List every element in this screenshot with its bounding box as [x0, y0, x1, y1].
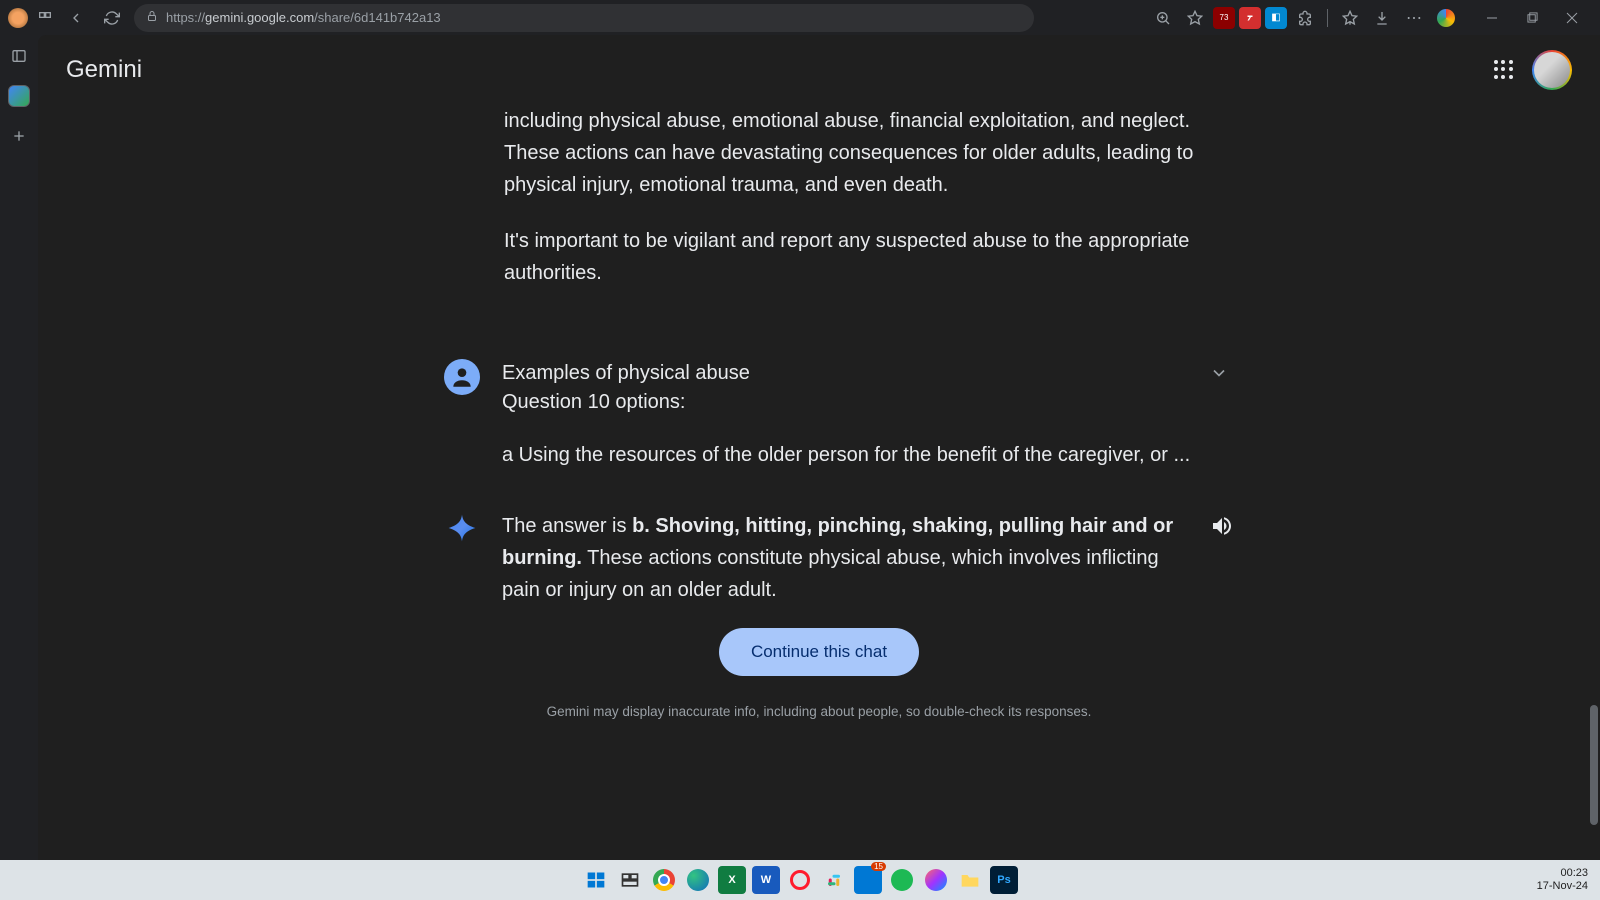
extension-ublock-icon[interactable]: 73	[1213, 7, 1235, 29]
pinned-tab-icon[interactable]	[8, 85, 30, 107]
taskbar-opera-icon[interactable]	[786, 866, 814, 894]
more-icon[interactable]: ⋯	[1400, 4, 1428, 32]
taskbar-edge-icon[interactable]	[684, 866, 712, 894]
downloads-icon[interactable]	[1368, 4, 1396, 32]
tab-actions-icon[interactable]	[8, 45, 30, 67]
new-tab-button[interactable]	[8, 125, 30, 147]
continue-chat-button[interactable]: Continue this chat	[719, 628, 919, 676]
taskbar-word-icon[interactable]: W	[752, 866, 780, 894]
taskbar-taskview-icon[interactable]	[616, 866, 644, 894]
browser-profile-avatar[interactable]	[8, 8, 28, 28]
workspaces-icon[interactable]	[36, 9, 54, 27]
favorite-icon[interactable]	[1181, 4, 1209, 32]
user-message-line: Examples of physical abuse	[502, 359, 1194, 388]
system-clock[interactable]: 00:23 17-Nov-24	[1537, 867, 1588, 893]
assistant-response-paragraph: including physical abuse, emotional abus…	[444, 105, 1194, 201]
extension-translate-icon[interactable]: ◧	[1265, 7, 1287, 29]
taskbar-chrome-icon[interactable]	[650, 866, 678, 894]
url-text: https://gemini.google.com/share/6d141b74…	[166, 10, 441, 25]
user-avatar-icon	[444, 359, 480, 395]
close-button[interactable]	[1552, 3, 1592, 33]
taskbar-excel-icon[interactable]: X	[718, 866, 746, 894]
favorites-bar-icon[interactable]	[1336, 4, 1364, 32]
taskbar-slack-icon[interactable]	[820, 866, 848, 894]
gemini-logo[interactable]: Gemini	[66, 56, 142, 84]
taskbar-messenger-icon[interactable]	[922, 866, 950, 894]
taskbar-app-icon[interactable]: 15	[854, 866, 882, 894]
disclaimer-text: Gemini may display inaccurate info, incl…	[444, 704, 1194, 719]
minimize-button[interactable]	[1472, 3, 1512, 33]
refresh-button[interactable]	[98, 4, 126, 32]
maximize-button[interactable]	[1512, 3, 1552, 33]
speaker-icon[interactable]	[1210, 514, 1234, 543]
account-avatar[interactable]	[1532, 50, 1572, 90]
taskbar-spotify-icon[interactable]	[888, 866, 916, 894]
back-button[interactable]	[62, 4, 90, 32]
lock-icon	[146, 10, 158, 25]
user-message-line: Question 10 options:	[502, 388, 1194, 417]
gemini-spark-icon	[444, 510, 480, 546]
extensions-menu-icon[interactable]	[1291, 4, 1319, 32]
copilot-icon[interactable]	[1432, 4, 1460, 32]
zoom-icon[interactable]	[1149, 4, 1177, 32]
assistant-response-paragraph: It's important to be vigilant and report…	[444, 225, 1194, 289]
user-message-line: a Using the resources of the older perso…	[502, 441, 1194, 470]
assistant-message: The answer is b. Shoving, hitting, pinch…	[444, 510, 1194, 606]
user-message: Examples of physical abuse Question 10 o…	[444, 359, 1194, 470]
taskbar-explorer-icon[interactable]	[956, 866, 984, 894]
chevron-down-icon[interactable]	[1209, 363, 1229, 388]
taskbar-photoshop-icon[interactable]: Ps	[990, 866, 1018, 894]
extension-adblock-icon[interactable]	[1239, 7, 1261, 29]
google-apps-icon[interactable]	[1494, 60, 1514, 80]
assistant-response-text: The answer is b. Shoving, hitting, pinch…	[502, 510, 1194, 606]
address-bar[interactable]: https://gemini.google.com/share/6d141b74…	[134, 4, 1034, 32]
scrollbar-thumb[interactable]	[1590, 705, 1598, 825]
divider	[1327, 9, 1328, 27]
taskbar-start-icon[interactable]	[582, 866, 610, 894]
